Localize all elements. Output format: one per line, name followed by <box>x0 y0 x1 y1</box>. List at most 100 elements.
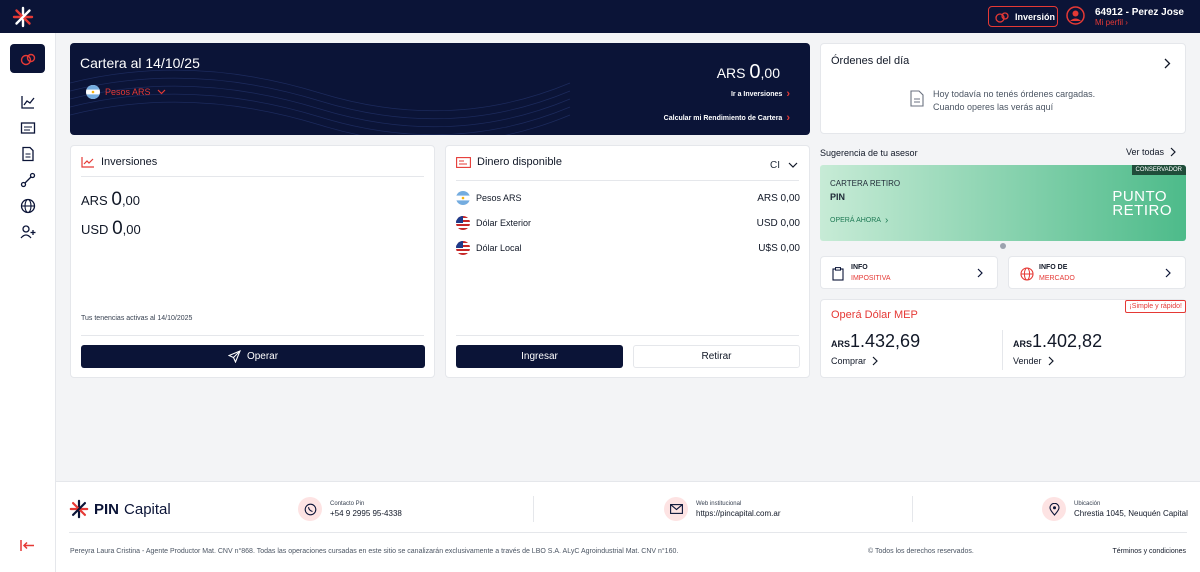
divider <box>81 176 424 177</box>
sidebar-item-markets[interactable] <box>19 197 36 214</box>
chevron-right-icon: › <box>786 112 790 124</box>
cash-row-pesos: Pesos ARS ARS 0,00 <box>456 191 800 205</box>
footer-contact[interactable]: Contacto Pin +54 9 2995 95-4338 <box>298 497 402 521</box>
footer-location[interactable]: Ubicación Chrestia 1045, Neuquén Capital <box>1042 497 1188 521</box>
footer-brand-suffix: Capital <box>124 500 171 518</box>
user-name: 64912 - Perez Jose <box>1095 7 1184 18</box>
deposit-button[interactable]: Ingresar <box>456 345 623 368</box>
advisor-title: Sugerencia de tu asesor <box>820 148 918 158</box>
clipboard-icon <box>832 267 844 281</box>
web-value: https://pincapital.com.ar <box>696 508 781 518</box>
sidebar-item-charts[interactable] <box>19 93 36 110</box>
location-label: Ubicación <box>1074 500 1101 507</box>
logout-icon[interactable] <box>19 537 36 554</box>
rights-notice: © Todos los derechos reservados. <box>868 548 974 555</box>
mep-sell-link[interactable]: Vender <box>1013 356 1054 366</box>
mep-buy-label: Comprar <box>831 356 867 366</box>
info-tax-line2: IMPOSITIVA <box>851 275 891 282</box>
legal-notice: Pereyra Laura Cristina - Agente Producto… <box>70 548 679 555</box>
add-user-icon <box>20 224 35 238</box>
orders-title: Órdenes del día <box>831 55 910 67</box>
location-value: Chrestia 1045, Neuquén Capital <box>1074 508 1188 518</box>
orders-empty-line1: Hoy todavía no tenés órdenes cargadas. <box>933 89 1096 99</box>
cash-row-usd-exterior: Dólar Exterior USD 0,00 <box>456 216 800 230</box>
mep-badge: ¡Simple y rápido! <box>1125 300 1186 313</box>
promo-banner[interactable]: CONSERVADOR CARTERA RETIRO PIN OPERÁ AHO… <box>820 165 1186 241</box>
operate-button-label: Operar <box>246 351 279 362</box>
portfolio-amount-currency: ARS <box>716 65 746 81</box>
sidebar-item-add-user[interactable] <box>19 223 36 240</box>
chevron-right-icon <box>1048 356 1054 366</box>
sidebar <box>0 33 56 572</box>
paper-plane-icon <box>227 350 241 363</box>
line-chart-icon <box>81 157 94 168</box>
mep-buy-link[interactable]: Comprar <box>831 356 878 366</box>
promo-cta[interactable]: OPERÁ AHORA › <box>830 215 888 226</box>
chevron-right-icon: › <box>786 88 790 100</box>
web-label: Web institucional <box>696 500 742 507</box>
top-bar: Inversión 64912 - Perez Jose Mi perfil › <box>0 0 1200 33</box>
account-selector[interactable]: CI <box>770 160 798 171</box>
cash-header: Dinero disponible <box>456 156 562 168</box>
go-to-investments-link[interactable]: Ir a Inversiones › <box>731 88 790 100</box>
divider <box>81 335 424 336</box>
chevron-right-icon: › <box>884 215 889 226</box>
profile-link[interactable]: Mi perfil › <box>1095 18 1128 27</box>
sidebar-item-documents[interactable] <box>19 145 36 162</box>
user-avatar-icon[interactable] <box>1066 6 1085 25</box>
info-market-card[interactable]: INFO DE MERCADO <box>1008 256 1186 289</box>
line-chart-icon <box>20 95 35 109</box>
orders-empty-line2: Cuando operes las verás aquí <box>933 102 1054 112</box>
orders-empty-message: Hoy todavía no tenés órdenes cargadas. C… <box>933 88 1095 114</box>
usa-flag-icon <box>456 241 470 255</box>
usd-label: USD <box>81 222 109 237</box>
info-market-line2: MERCADO <box>1039 275 1075 282</box>
argentina-flag-icon <box>86 85 100 99</box>
footer: PIN Capital Contacto Pin +54 9 2995 95-4… <box>56 481 1200 572</box>
chevron-right-icon <box>1165 268 1171 278</box>
terms-link[interactable]: Términos y condiciones <box>1112 548 1186 555</box>
mep-sell-price: ARS1.402,82 <box>1013 331 1102 352</box>
go-to-investments-label: Ir a Inversiones <box>730 90 783 98</box>
withdraw-button[interactable]: Retirar <box>633 345 800 368</box>
sidebar-item-investments[interactable] <box>10 44 45 73</box>
chevron-right-icon <box>872 356 878 366</box>
investment-icon <box>995 11 1009 23</box>
investment-button-label: Inversión <box>1015 11 1056 22</box>
mep-card: Operá Dólar MEP ¡Simple y rápido! ARS1.4… <box>820 299 1186 378</box>
info-tax-card[interactable]: INFO IMPOSITIVA <box>820 256 998 289</box>
ars-decimal: ,00 <box>121 193 141 208</box>
mep-sell-value: 1.402,82 <box>1032 331 1103 351</box>
see-all-link[interactable]: Ver todas <box>1126 147 1176 157</box>
usa-flag-icon <box>456 216 470 230</box>
promo-line2: PIN <box>830 192 846 202</box>
orders-card[interactable]: Órdenes del día Hoy todavía no tenés órd… <box>820 43 1186 134</box>
contact-label: Contacto Pin <box>330 500 365 507</box>
info-tax-line1: INFO <box>851 264 868 271</box>
investment-button[interactable]: Inversión <box>988 6 1058 27</box>
calculate-performance-link[interactable]: Calcular mi Rendimiento de Cartera › <box>664 112 790 124</box>
chevron-right-icon <box>1170 147 1176 157</box>
mep-buy-value: 1.432,69 <box>850 331 921 351</box>
punto-retiro-logo: PUNTO RETIRO <box>1112 189 1172 218</box>
portfolio-amount-decimal: ,00 <box>760 65 780 81</box>
see-all-label: Ver todas <box>1126 147 1165 157</box>
currency-selector[interactable]: Pesos ARS <box>105 87 166 97</box>
sidebar-item-accounts[interactable] <box>19 119 36 136</box>
banknote-icon <box>456 156 471 168</box>
cash-row-label: Dólar Local <box>476 243 522 253</box>
footer-brand-name: PIN <box>94 500 120 518</box>
footer-divider <box>912 496 913 522</box>
usd-integer: 0 <box>112 218 123 239</box>
globe-icon <box>20 198 35 213</box>
pin-logo-icon[interactable] <box>12 6 34 28</box>
operate-button[interactable]: Operar <box>81 345 425 368</box>
cash-row-value: ARS 0,00 <box>757 192 800 204</box>
footer-divider <box>533 496 534 522</box>
footer-web[interactable]: Web institucional https://pincapital.com… <box>664 497 780 521</box>
carousel-dot[interactable] <box>1000 243 1006 249</box>
document-icon <box>21 146 34 161</box>
portfolio-title: Cartera al 14/10/25 <box>80 55 200 71</box>
chevron-right-icon: › <box>1125 18 1128 27</box>
sidebar-item-transfers[interactable] <box>19 171 36 188</box>
